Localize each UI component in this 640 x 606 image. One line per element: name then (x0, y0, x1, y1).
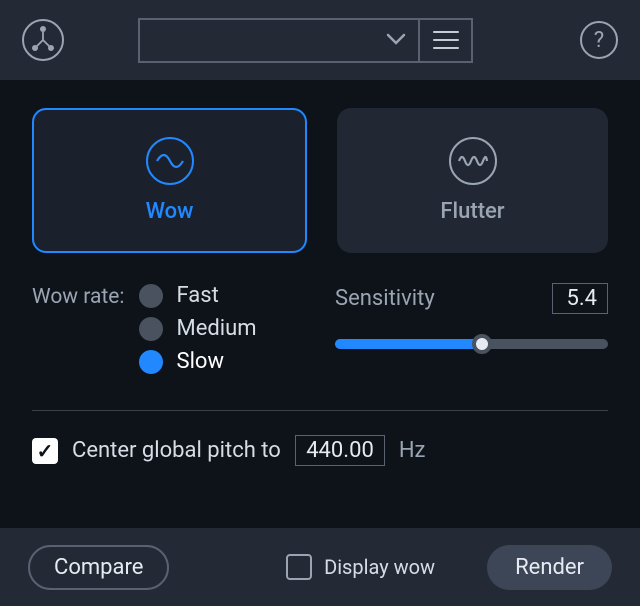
wow-icon (146, 137, 194, 185)
display-wow-label: Display wow (324, 555, 435, 579)
wow-rate-radio-group: Fast Medium Slow (139, 283, 257, 374)
flutter-icon (449, 137, 497, 185)
render-button[interactable]: Render (487, 545, 612, 590)
slider-thumb[interactable] (472, 334, 492, 354)
help-button[interactable]: ? (580, 21, 618, 59)
preset-dropdown[interactable] (138, 18, 418, 63)
sensitivity-label: Sensitivity (335, 286, 435, 311)
mode-card-wow[interactable]: Wow (32, 108, 307, 253)
slider-fill (335, 339, 482, 349)
radio-dot-icon (139, 317, 163, 341)
mode-label-wow: Wow (146, 199, 194, 224)
pitch-unit-label: Hz (399, 438, 426, 463)
wow-rate-label: Wow rate: (32, 283, 125, 374)
footer-bar: Compare Display wow Render (0, 528, 640, 606)
app-logo-icon (22, 19, 64, 61)
center-pitch-value-input[interactable]: 440.00 (295, 435, 385, 466)
radio-dot-icon (139, 350, 163, 374)
preset-menu-button[interactable] (418, 18, 473, 63)
top-toolbar: ? (0, 0, 640, 80)
mode-label-flutter: Flutter (440, 199, 504, 224)
center-pitch-checkbox[interactable]: ✓ (32, 438, 58, 464)
sensitivity-slider[interactable] (335, 336, 608, 352)
compare-button[interactable]: Compare (28, 545, 169, 590)
display-wow-checkbox[interactable] (286, 554, 312, 580)
section-divider (32, 410, 608, 411)
radio-dot-icon (139, 284, 163, 308)
mode-card-flutter[interactable]: Flutter (337, 108, 608, 253)
chevron-down-icon (386, 28, 406, 52)
rate-option-slow[interactable]: Slow (139, 349, 257, 374)
sensitivity-value-input[interactable]: 5.4 (552, 283, 608, 314)
rate-option-fast[interactable]: Fast (139, 283, 257, 308)
center-pitch-label: Center global pitch to (72, 438, 281, 463)
rate-option-medium[interactable]: Medium (139, 316, 257, 341)
